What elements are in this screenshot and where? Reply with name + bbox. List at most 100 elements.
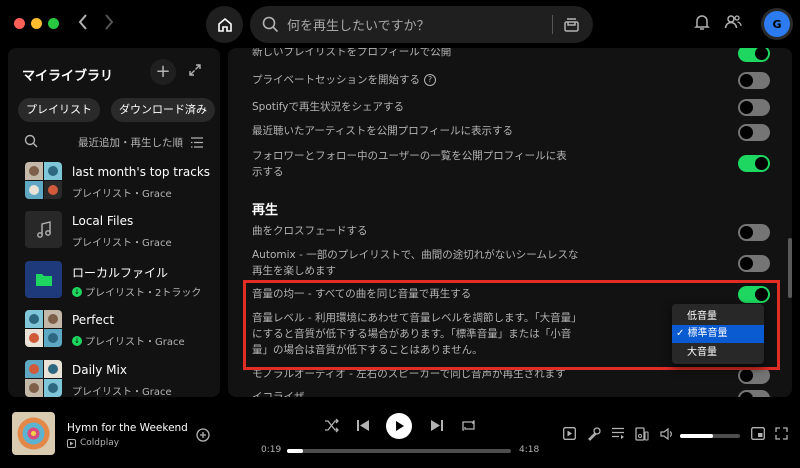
library-search-icon[interactable]	[24, 134, 38, 148]
toggle-public-playlists[interactable]	[738, 48, 770, 62]
playlist-cover	[25, 310, 62, 347]
home-icon	[217, 17, 232, 32]
volume-level-dropdown[interactable]: 低音量 ✓ 標準音量 大音量	[672, 304, 764, 364]
toggle-share-activity[interactable]	[738, 99, 770, 116]
toggle-followers-list[interactable]	[738, 155, 770, 172]
next-icon[interactable]	[430, 418, 444, 433]
connect-device-icon[interactable]	[635, 427, 649, 441]
downloaded-icon: ↓	[72, 335, 82, 346]
minimize-window-button[interactable]	[31, 18, 42, 29]
item-name: Perfect	[72, 313, 115, 327]
scrollbar[interactable]	[788, 238, 792, 298]
toggle-private-session[interactable]	[738, 72, 770, 89]
artist-name[interactable]: Coldplay	[80, 438, 119, 448]
play-icon	[395, 421, 404, 431]
setting-label: 最近聴いたアーティストを公開プロフィールに表示する	[252, 125, 514, 137]
avatar-initial: G	[764, 11, 790, 37]
folder-icon	[35, 274, 52, 286]
browse-icon[interactable]	[562, 15, 581, 34]
queue-icon[interactable]	[611, 427, 625, 440]
item-subtitle: プレイリスト・Grace	[72, 383, 172, 397]
play-button[interactable]	[386, 413, 412, 439]
volume-slider[interactable]	[680, 434, 740, 438]
player-bar: Hymn for the Weekend Coldplay 0:19 4:18	[0, 397, 800, 468]
label-line: フォロワーとフォロー中のユーザーの一覧を公開プロフィールに表	[252, 150, 567, 162]
library-item[interactable]: last month's top tracks プレイリスト・Grace	[25, 162, 215, 202]
library-sidebar: マイライブラリ + プレイリスト ダウンロード済み 最近追加・再生した順 las…	[8, 48, 220, 397]
item-subtitle: プレイリスト・Grace	[72, 234, 172, 249]
chevron-right-icon	[105, 14, 114, 30]
expand-icon[interactable]	[188, 63, 202, 77]
item-subtitle: ↓ プレイリスト・2トラック	[72, 284, 201, 299]
subtitle-text: プレイリスト・Grace	[72, 387, 172, 397]
album-cover[interactable]	[12, 412, 55, 455]
search-input[interactable]: 何を再生したいですか？	[287, 15, 430, 34]
private-session-text: プライベートセッションを開始する	[252, 74, 420, 86]
top-bar: 何を再生したいですか？ G	[0, 0, 800, 48]
setting-label: 曲をクロスフェードする	[252, 225, 368, 237]
option-loud-volume[interactable]: 大音量	[672, 344, 764, 362]
volume-fill	[680, 434, 713, 438]
toggle-automix[interactable]	[738, 255, 770, 272]
now-playing-view-icon[interactable]	[563, 427, 576, 440]
playlist-cover	[25, 162, 62, 199]
item-name: Local Files	[72, 214, 134, 228]
bell-icon[interactable]	[694, 13, 710, 31]
toggle-crossfade[interactable]	[738, 224, 770, 241]
setting-label: Automix - 一部のプレイリストで、曲間の途切れがないシームレスな 再生を楽…	[252, 247, 578, 279]
track-title[interactable]: Hymn for the Weekend	[67, 422, 188, 434]
back-button[interactable]	[72, 12, 94, 36]
option-low-volume[interactable]: 低音量	[672, 308, 764, 326]
fullscreen-icon[interactable]	[775, 427, 788, 440]
search-bar[interactable]: 何を再生したいですか？	[250, 6, 593, 43]
forward-button[interactable]	[98, 12, 120, 36]
chevron-left-icon	[78, 14, 87, 30]
subtitle-text: プレイリスト・Grace	[72, 189, 172, 200]
setting-label: 新しいプレイリストをプロフィールで公開	[252, 48, 452, 58]
close-window-button[interactable]	[14, 18, 25, 29]
mini-player-icon[interactable]	[751, 427, 765, 440]
add-to-library-icon[interactable]	[196, 428, 210, 442]
library-sort-label[interactable]: 最近追加・再生した順	[78, 135, 183, 150]
lyrics-icon[interactable]	[587, 427, 601, 441]
local-file-icon	[67, 438, 76, 448]
previous-icon[interactable]	[356, 418, 370, 433]
section-title-playback: 再生	[252, 203, 279, 218]
playlist-cover	[25, 360, 62, 397]
library-item[interactable]: Perfect ↓ プレイリスト・Grace	[25, 310, 215, 350]
friend-activity-icon[interactable]	[724, 13, 742, 31]
option-normal-volume[interactable]: ✓ 標準音量	[672, 325, 764, 343]
item-name: last month's top tracks	[72, 165, 211, 179]
downloaded-icon: ↓	[72, 286, 82, 297]
help-icon[interactable]: ?	[424, 74, 436, 86]
progress-bar[interactable]	[287, 449, 511, 453]
home-button[interactable]	[206, 6, 243, 43]
user-avatar[interactable]: G	[761, 8, 793, 40]
progress-fill	[287, 449, 303, 453]
subtitle-text: プレイリスト・Grace	[85, 337, 185, 348]
library-item[interactable]: Local Files プレイリスト・Grace	[25, 211, 215, 251]
shuffle-icon[interactable]	[324, 418, 339, 433]
setting-label: プライベートセッションを開始する?	[252, 72, 436, 88]
item-subtitle: ↓ プレイリスト・Grace	[72, 333, 185, 348]
label-line: 再生を楽しめます	[252, 265, 336, 277]
library-title[interactable]: マイライブラリ	[22, 65, 113, 84]
maximize-window-button[interactable]	[48, 18, 59, 29]
list-view-icon[interactable]	[191, 137, 203, 148]
music-note-icon	[36, 220, 51, 238]
repeat-icon[interactable]	[461, 418, 476, 433]
library-item[interactable]: Daily Mix プレイリスト・Grace	[25, 360, 215, 397]
toggle-recent-artists[interactable]	[738, 124, 770, 141]
create-playlist-button[interactable]: +	[150, 59, 176, 85]
volume-icon[interactable]	[660, 427, 674, 441]
toggle-equalizer[interactable]	[738, 390, 770, 397]
setting-label: イコライザ	[252, 391, 305, 397]
filter-chip-downloaded[interactable]: ダウンロード済み	[111, 98, 215, 122]
item-name: Daily Mix	[72, 363, 127, 377]
playlist-cover	[25, 261, 62, 298]
setting-label: フォロワーとフォロー中のユーザーの一覧を公開プロフィールに表 示する	[252, 148, 567, 180]
track-artist: Coldplay	[67, 438, 119, 448]
setting-label: Spotifyで再生状況をシェアする	[252, 101, 405, 113]
filter-chip-playlist[interactable]: プレイリスト	[18, 98, 100, 122]
library-item[interactable]: ローカルファイル ↓ プレイリスト・2トラック	[25, 261, 215, 301]
